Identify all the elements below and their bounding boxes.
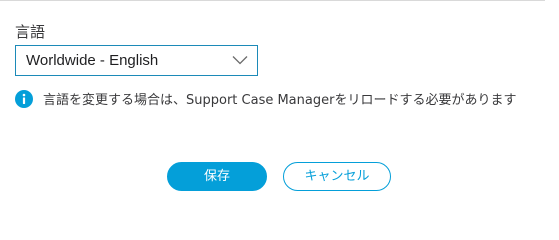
reload-notice-text: 言語を変更する場合は、Support Case Managerをリロードする必要… (43, 93, 517, 108)
top-divider (0, 0, 545, 1)
cancel-button[interactable]: キャンセル (283, 162, 391, 191)
chevron-down-icon (232, 56, 248, 65)
language-select[interactable]: Worldwide - English (15, 45, 258, 76)
language-label: 言語 (15, 23, 46, 41)
save-button[interactable]: 保存 (167, 162, 267, 191)
language-select-value: Worldwide - English (26, 52, 159, 69)
